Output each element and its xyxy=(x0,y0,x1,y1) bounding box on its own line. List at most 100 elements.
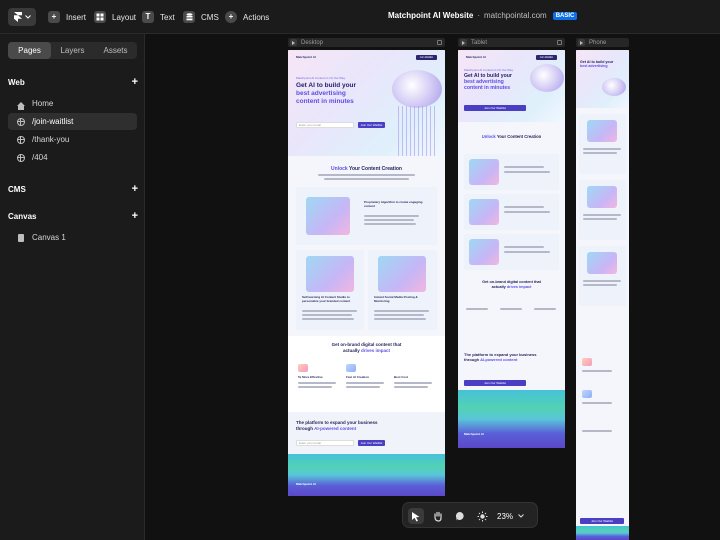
tablet-footer-join-button[interactable]: Join Our Waitlist xyxy=(464,380,526,386)
tablet-site-nav: Matchpoint AI Join Waitlist xyxy=(466,54,557,60)
impact-line-2a: actually xyxy=(342,347,360,353)
card-text-line xyxy=(374,318,426,320)
phone-label-text: Phone xyxy=(589,39,607,46)
feature-card-3: Instant Social Media Posting & Monitorin… xyxy=(368,250,437,330)
impact-heading: Get on-brand digital content that actual… xyxy=(288,342,445,354)
hero-email-input[interactable]: Enter your email xyxy=(296,122,354,128)
algorithm-illustration xyxy=(306,197,350,235)
card-text-line xyxy=(302,314,352,316)
chevron-down-icon xyxy=(518,514,524,518)
phone-card-3 xyxy=(579,246,626,306)
tablet-nav-join-button[interactable]: Join Waitlist xyxy=(535,54,557,60)
page-item-join-waitlist[interactable]: /join-waitlist xyxy=(8,113,137,130)
phone-card-illustration xyxy=(587,186,617,208)
tablet-frame[interactable]: Matchpoint AI Join Waitlist Matchpoint A… xyxy=(458,50,565,448)
cursor-icon xyxy=(412,511,420,521)
hero-line-1: Get AI to build your xyxy=(296,82,357,89)
social-illustration xyxy=(378,256,426,292)
nav-join-button[interactable]: Join Waitlist xyxy=(415,54,437,60)
site-title[interactable]: Matchpoint AI Website · matchpointal.com… xyxy=(388,11,578,20)
tablet-card-1 xyxy=(464,154,559,190)
hero-join-button[interactable]: Join Our Waitlist xyxy=(358,122,385,128)
home-icon xyxy=(16,99,25,110)
left-sidebar: Pages Layers Assets Web + Home /join-wai… xyxy=(0,34,145,540)
card3-title: Instant Social Media Posting & Monitorin… xyxy=(374,295,418,303)
canvas-item-1[interactable]: Canvas 1 xyxy=(8,229,137,246)
theme-toggle-button[interactable] xyxy=(474,508,490,524)
tablet-platform-line-2b: AI-powered content xyxy=(480,357,518,363)
preview-play-icon[interactable] xyxy=(290,39,297,46)
text-button[interactable]: T Text xyxy=(142,9,175,25)
unlock-subtitle-line xyxy=(324,178,409,180)
preview-play-icon[interactable] xyxy=(578,39,585,46)
desktop-frame[interactable]: Matchpoint AI Join Waitlist Matchpoint A… xyxy=(288,50,445,496)
page-item-thank-you[interactable]: /thank-you xyxy=(8,131,137,148)
site-name: Matchpoint AI Website xyxy=(388,11,474,20)
comment-icon xyxy=(455,511,464,521)
card-text-line xyxy=(374,310,429,312)
layout-button[interactable]: Layout xyxy=(94,9,136,25)
cursor-tool-button[interactable] xyxy=(408,508,424,524)
page-item-404[interactable]: /404 xyxy=(8,149,137,166)
tablet-label[interactable]: Tablet xyxy=(460,39,487,46)
actions-button[interactable]: + Actions xyxy=(225,9,269,25)
add-collection-icon[interactable]: + xyxy=(132,184,138,195)
phone-hero-section: Get AI to build your best advertising xyxy=(576,50,629,108)
tablet-footer-brand: Matchpoint AI xyxy=(464,432,484,436)
add-canvas-icon[interactable]: + xyxy=(132,211,138,222)
feature-text-line xyxy=(394,382,432,384)
tablet-impact-line-2b: drives impact xyxy=(506,284,532,289)
add-page-icon[interactable]: + xyxy=(132,77,138,88)
canvas-section-header: Canvas + xyxy=(8,211,138,222)
feature-text-line xyxy=(298,386,332,388)
platform-heading: The platform to expand your business thr… xyxy=(296,420,378,432)
canvas-item-label: Canvas 1 xyxy=(32,233,66,242)
hand-tool-button[interactable] xyxy=(430,508,446,524)
comment-tool-button[interactable] xyxy=(452,508,468,524)
frame-settings-icon[interactable] xyxy=(557,40,562,45)
tab-pages[interactable]: Pages xyxy=(8,42,51,59)
web-section-title: Web xyxy=(8,78,25,87)
design-canvas[interactable]: Desktop Matchpoint AI Join Waitlist Matc… xyxy=(145,34,720,540)
actions-icon: + xyxy=(225,11,237,23)
framer-menu-button[interactable] xyxy=(8,8,36,26)
phone-card-1 xyxy=(579,114,626,174)
feature-text-line xyxy=(466,308,488,310)
hero-line-3: content in minutes xyxy=(296,97,354,105)
platform-section: The platform to expand your business thr… xyxy=(288,412,445,454)
card-text-line xyxy=(504,206,544,208)
tab-assets[interactable]: Assets xyxy=(94,42,137,59)
card-text-line xyxy=(583,148,621,150)
tablet-platform-heading: The platform to expand your business thr… xyxy=(464,352,536,362)
frame-settings-icon[interactable] xyxy=(437,40,442,45)
layout-icon xyxy=(94,11,106,23)
feature-text-line xyxy=(298,382,336,384)
feature-text-line xyxy=(582,370,612,372)
feature-text-line xyxy=(582,430,612,432)
card-text-line xyxy=(504,171,550,173)
card-text-line xyxy=(583,280,621,282)
phone-label[interactable]: Phone xyxy=(578,39,606,46)
sidebar-tabs: Pages Layers Assets xyxy=(8,42,137,59)
phone-footer-waves xyxy=(576,526,629,540)
footer-email-input[interactable]: Enter your email xyxy=(296,440,354,446)
page-item-home[interactable]: Home xyxy=(8,95,137,112)
phone-card-illustration xyxy=(587,120,617,142)
insert-button[interactable]: + Insert xyxy=(48,9,86,25)
card2-title: Self-learning AI Content Studio to perso… xyxy=(302,295,351,303)
desktop-label[interactable]: Desktop xyxy=(290,39,323,46)
footer-join-button[interactable]: Join Our Waitlist xyxy=(358,440,385,446)
feature-text-line xyxy=(582,402,612,404)
tablet-card-illustration xyxy=(469,239,499,265)
preview-play-icon[interactable] xyxy=(460,39,467,46)
cms-button[interactable]: CMS xyxy=(183,9,219,25)
unlock-subtitle-line xyxy=(318,174,415,176)
phone-join-button[interactable]: Join Our Waitlist xyxy=(580,518,624,524)
zoom-control[interactable]: 23% xyxy=(497,508,524,524)
text-label: Text xyxy=(160,12,175,22)
feature-card-2: Self-learning AI Content Studio to perso… xyxy=(296,250,364,330)
phone-frame[interactable]: Get AI to build your best advertising Jo… xyxy=(576,50,629,540)
hero-heading: Get AI to build your best advertising co… xyxy=(296,82,356,105)
tablet-hero-join-button[interactable]: Join Our Waitlist xyxy=(464,105,526,111)
tab-layers[interactable]: Layers xyxy=(51,42,94,59)
